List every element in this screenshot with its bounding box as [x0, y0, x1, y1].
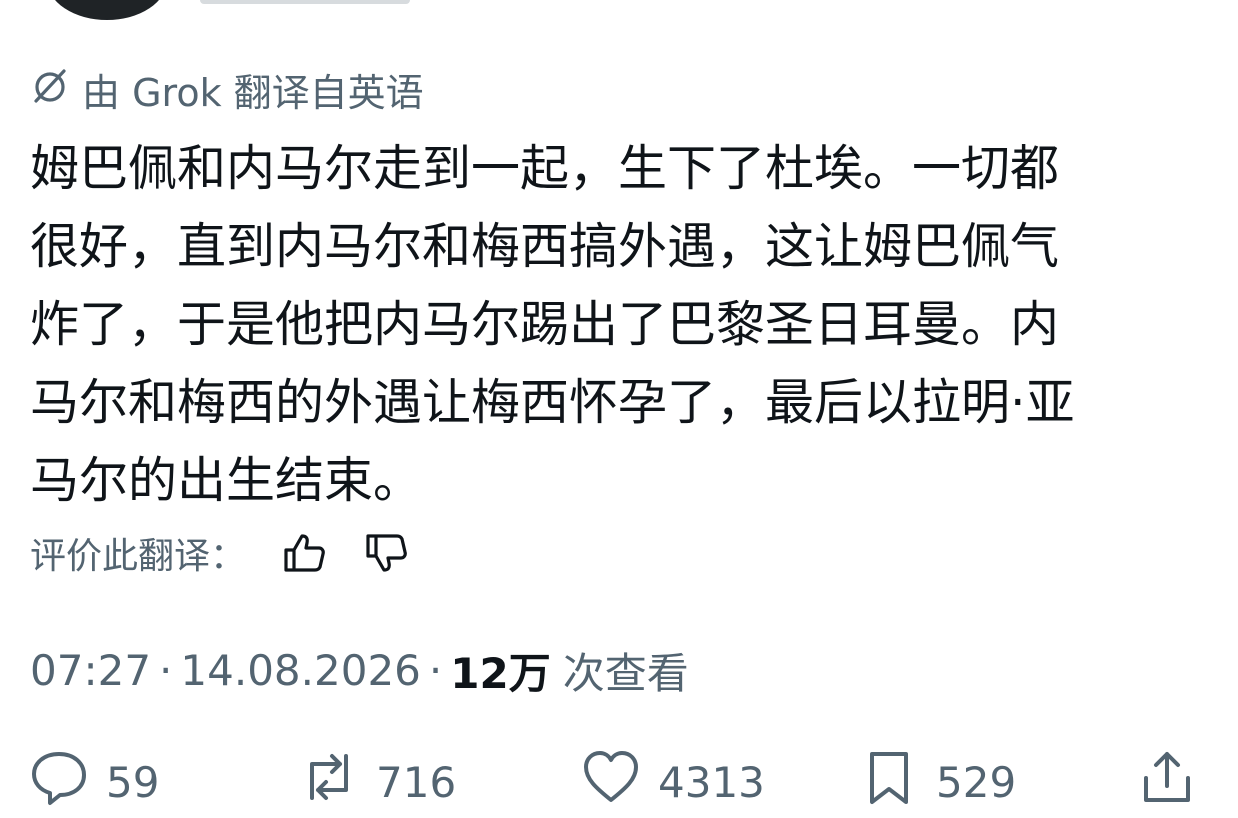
- tweet-text-line: 马尔和梅西的外遇让梅西怀孕了，最后以拉明·亚: [30, 374, 1075, 431]
- bookmark-count: 529: [936, 757, 1017, 807]
- author-name-fragment: [200, 0, 410, 4]
- like-count: 4313: [658, 757, 765, 807]
- tweet-text-line: 很好，直到内马尔和梅西搞外遇，这让姆巴佩气: [30, 218, 1060, 275]
- meta-separator: ·: [428, 645, 443, 695]
- rate-translation-label: 评价此翻译：: [30, 536, 247, 577]
- thumbs-up-icon[interactable]: [282, 530, 328, 576]
- translation-label: 由 Grok 翻译自英语: [82, 70, 424, 115]
- thumbs-down-icon[interactable]: [364, 530, 410, 576]
- rate-translation: 评价此翻译：: [30, 528, 410, 578]
- tweet-meta: 07:27 · 14.08.2026 · 12万 次查看: [30, 642, 689, 698]
- repost-count: 716: [376, 757, 457, 807]
- translation-info: 由 Grok 翻译自英语: [30, 64, 424, 115]
- tweet-time[interactable]: 07:27: [30, 646, 151, 695]
- tweet-text-line: 姆巴佩和内马尔走到一起，生下了杜埃。一切都: [30, 140, 1060, 197]
- views-count[interactable]: 12万: [450, 640, 550, 701]
- tweet-text: 姆巴佩和内马尔走到一起，生下了杜埃。一切都 很好，直到内马尔和梅西搞外遇，这让姆…: [30, 130, 1210, 520]
- tweet-text-line: 炸了，于是他把内马尔踢出了巴黎圣日耳曼。内: [30, 296, 1060, 353]
- meta-separator: ·: [159, 645, 173, 695]
- author-avatar[interactable]: [47, 0, 167, 20]
- tweet-text-line: 马尔的出生结束。: [30, 452, 423, 509]
- tweet-actions: 59 716 4313 529: [30, 748, 1210, 818]
- tweet-date[interactable]: 14.08.2026: [180, 646, 420, 695]
- views-label: 次查看: [562, 648, 689, 698]
- grok-slash-icon: [30, 65, 70, 114]
- reply-count: 59: [106, 757, 160, 807]
